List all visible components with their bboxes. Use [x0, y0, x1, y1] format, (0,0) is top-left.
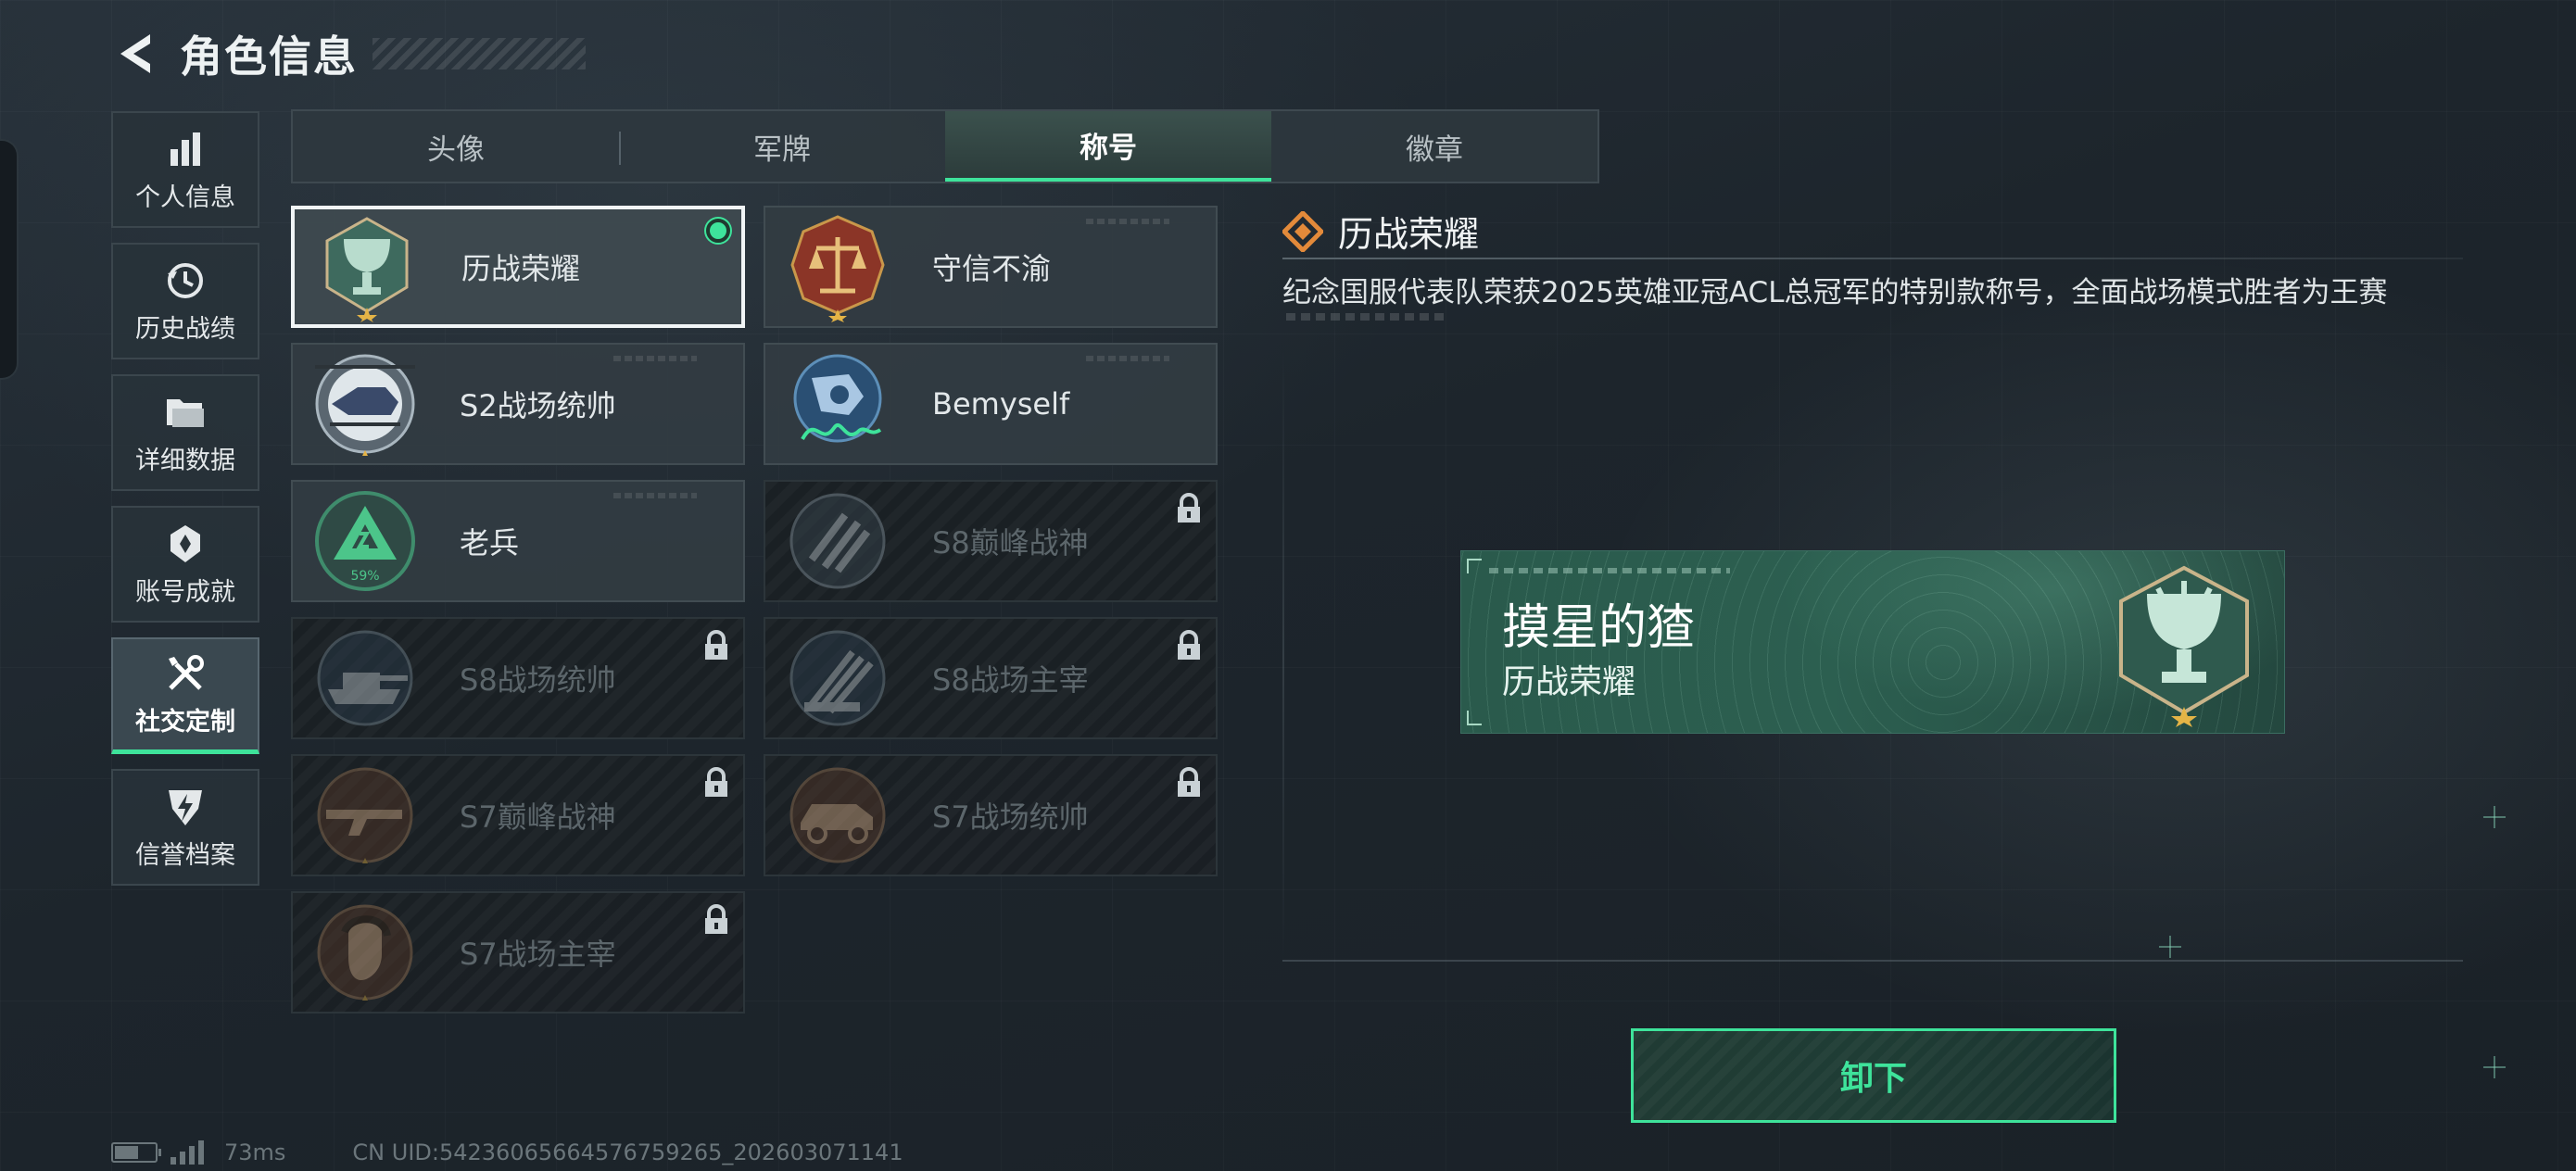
title-name: S7战场统帅 — [932, 800, 1089, 835]
title-card-locked[interactable]: S8巅峰战神 — [764, 480, 1218, 602]
lock-icon — [705, 904, 727, 934]
title-card[interactable]: 59% 老兵 — [291, 480, 745, 602]
detail-decoration — [1286, 313, 1444, 321]
tools-icon — [163, 651, 208, 696]
banner-decoration — [1489, 568, 1730, 573]
diamond-icon — [1282, 210, 1323, 252]
nav-item-achievements[interactable]: 账号成就 — [111, 506, 259, 623]
nav-item-social-custom[interactable]: 社交定制 — [111, 637, 259, 754]
nav-item-credit[interactable]: 信誉档案 — [111, 769, 259, 886]
title-card-locked[interactable]: S8战场主宰 — [764, 617, 1218, 739]
card-decoration — [613, 356, 697, 361]
battery-icon — [111, 1142, 161, 1163]
detail-header: 历战荣耀 — [1282, 206, 1479, 257]
trophy-emblem-icon — [2119, 565, 2249, 727]
player-name: 摸星的猹 — [1502, 600, 1696, 656]
category-tabs: 头像 军牌 称号 徽章 — [291, 109, 1599, 183]
title-name: Bemyself — [932, 386, 1070, 422]
card-decoration — [1086, 356, 1169, 361]
bracket-decoration — [1467, 711, 1482, 725]
title-name: 守信不渝 — [932, 251, 1052, 286]
nav-item-details[interactable]: 详细数据 — [111, 374, 259, 491]
title-card-selected[interactable]: 历战荣耀 — [291, 206, 745, 328]
tab-avatar[interactable]: 头像 — [293, 111, 619, 182]
crosshair-decoration — [2483, 806, 2506, 828]
title-card-locked[interactable]: S7巅峰战神 — [291, 754, 745, 876]
lock-icon — [1178, 767, 1200, 797]
page-title: 角色信息 — [180, 31, 358, 82]
trophy-emblem-icon — [311, 211, 423, 322]
lock-icon — [1178, 493, 1200, 523]
folder-icon — [163, 390, 208, 434]
achievement-badge-icon — [163, 522, 208, 566]
nav-item-history[interactable]: 历史战绩 — [111, 243, 259, 359]
vehicle-emblem-icon — [782, 760, 893, 871]
title-preview-banner: 摸星的猹 历战荣耀 — [1460, 550, 2285, 734]
title-card-locked[interactable]: S8战场统帅 — [291, 617, 745, 739]
stripes-emblem-icon — [782, 485, 893, 597]
bar-chart-icon — [163, 127, 208, 171]
nav-item-label: 账号成就 — [135, 577, 235, 607]
title-card-locked[interactable]: S7战场统帅 — [764, 754, 1218, 876]
title-name: S8战场统帅 — [460, 662, 616, 698]
nav-item-label: 社交定制 — [135, 708, 235, 737]
signature-emblem-icon — [782, 348, 893, 460]
lock-icon — [705, 767, 727, 797]
nav-item-label: 信誉档案 — [135, 840, 235, 870]
uid-text: CN UID:54236065664576759265_202603071141 — [352, 1140, 903, 1165]
unequip-button[interactable]: 卸下 — [1631, 1028, 2116, 1123]
scales-emblem-icon — [782, 211, 893, 322]
crosshair-decoration — [2483, 1056, 2506, 1078]
card-decoration — [613, 493, 697, 498]
title-card[interactable]: Bemyself — [764, 343, 1218, 465]
title-name: S7巅峰战神 — [460, 800, 616, 835]
nav-item-profile[interactable]: 个人信息 — [111, 111, 259, 228]
bracket-decoration — [1467, 559, 1482, 573]
side-drawer-handle[interactable] — [0, 139, 19, 380]
title-name: 老兵 — [460, 525, 520, 560]
title-name: S8战场主宰 — [932, 662, 1089, 698]
title-name: S8巅峰战神 — [932, 525, 1089, 560]
nav-item-label: 详细数据 — [135, 446, 235, 475]
frame-line — [1282, 350, 1284, 962]
rifle-emblem-icon — [309, 760, 421, 871]
veteran-emblem-icon: 59% — [309, 485, 421, 597]
detail-divider — [1282, 258, 2463, 259]
side-nav: 个人信息 历史战绩 详细数据 账号成就 社交定制 信誉档案 — [111, 111, 259, 900]
rocket-emblem-icon — [782, 623, 893, 734]
history-clock-icon — [163, 258, 208, 303]
title-name: S2战场统帅 — [460, 388, 616, 423]
title-name: S7战场主宰 — [460, 937, 616, 972]
helicopter-emblem-icon — [309, 348, 421, 460]
signal-icon — [170, 1140, 204, 1165]
detail-description: 纪念国服代表队荣获2025英雄亚冠ACL总冠军的特别款称号，全面战场模式胜者为王… — [1282, 276, 2388, 309]
veteran-progress-text: 59% — [350, 569, 379, 584]
title-card[interactable]: 守信不渝 — [764, 206, 1218, 328]
detail-title: 历战荣耀 — [1338, 214, 1480, 255]
lock-icon — [1178, 630, 1200, 660]
frame-line — [1282, 960, 2463, 962]
card-decoration — [1086, 219, 1169, 224]
crosshair-decoration — [2159, 936, 2181, 958]
back-arrow-icon — [120, 34, 150, 73]
soldier-emblem-icon — [309, 897, 421, 1008]
page-header: 角色信息 — [109, 26, 586, 82]
tab-title[interactable]: 称号 — [945, 111, 1271, 182]
equipped-indicator — [706, 219, 730, 243]
title-card[interactable]: S2战场统帅 — [291, 343, 745, 465]
nav-item-label: 个人信息 — [135, 183, 235, 212]
title-card-locked[interactable]: S7战场主宰 — [291, 891, 745, 1014]
title-decoration — [373, 38, 586, 69]
status-bar: 73ms CN UID:54236065664576759265_2026030… — [111, 1140, 903, 1165]
lock-icon — [705, 630, 727, 660]
tab-dogtag[interactable]: 军牌 — [619, 111, 945, 182]
title-name: 历战荣耀 — [461, 251, 581, 286]
tank-emblem-icon — [309, 623, 421, 734]
credit-shield-icon — [163, 785, 208, 829]
preview-title: 历战荣耀 — [1502, 663, 1636, 701]
back-button[interactable] — [109, 29, 159, 79]
nav-item-label: 历史战绩 — [135, 314, 235, 344]
tab-badge[interactable]: 徽章 — [1271, 111, 1597, 182]
ping-text: 73ms — [224, 1140, 286, 1165]
